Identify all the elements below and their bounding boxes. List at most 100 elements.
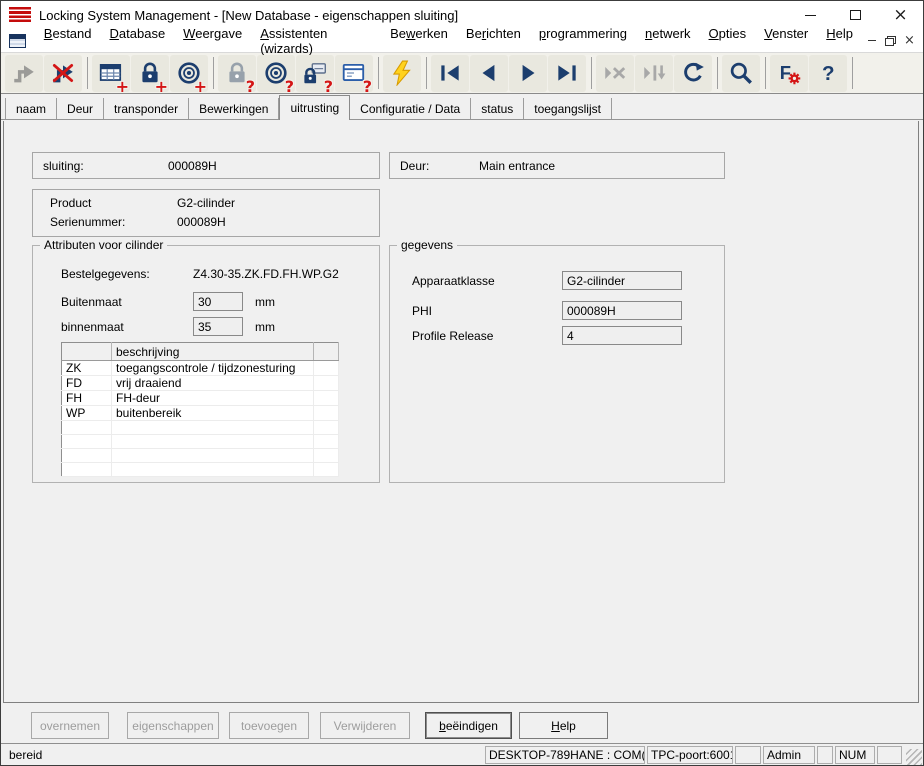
option-description-cell: vrij draaiend [112,376,314,391]
help-button[interactable]: Help [519,712,608,739]
menu-item-venster[interactable]: Venster [755,26,817,56]
tab-bewerkingen[interactable]: Bewerkingen [189,98,279,119]
menu-item-assistenten-wizards[interactable]: Assistenten (wizards) [251,26,381,56]
menu-item-database[interactable]: Database [101,26,175,56]
tab-transponder[interactable]: transponder [104,98,189,119]
log-on-icon [11,60,37,86]
menu-item-bewerken[interactable]: Bewerken [381,26,457,56]
content-area: sluiting: 000089H Deur: Main entrance Pr… [3,121,919,703]
phi-input[interactable]: 000089H [562,301,682,320]
options-table-header-blank-0 [62,343,112,361]
new-transponder-button[interactable]: + [170,55,208,92]
plus-badge: + [194,77,207,96]
last-record-button[interactable] [548,55,586,92]
option-code-cell: FD [62,376,112,391]
lock-value: 000089H [168,159,217,173]
apply-record-icon [641,60,667,86]
first-record-button[interactable] [431,55,469,92]
menu-item-netwerk[interactable]: netwerk [636,26,700,56]
table-row[interactable]: FHFH-deur [62,391,339,406]
document-icon[interactable] [9,34,26,48]
option-blank-cell [314,391,339,406]
read-transponder-button[interactable]: ? [257,55,295,92]
tab-toegangslijst[interactable]: toegangslijst [524,98,612,119]
status-segment-blank-6 [877,746,902,764]
question-badge: ? [363,77,372,96]
menu-item-opties[interactable]: Opties [700,26,756,56]
menu-item-berichten[interactable]: Berichten [457,26,530,56]
empty-cell [314,463,339,477]
order-data-value: Z4.30-35.ZK.FD.FH.WP.G2 [193,267,339,281]
mdi-restore-button[interactable] [881,32,900,49]
table-row[interactable]: WPbuitenbereik [62,406,339,421]
option-code-cell: FH [62,391,112,406]
option-code-cell: WP [62,406,112,421]
toolbar-separator [378,57,379,89]
apply-record-button [635,55,673,92]
refresh-button[interactable] [674,55,712,92]
table-row-empty[interactable] [62,449,339,463]
table-row[interactable]: FDvrij draaiend [62,376,339,391]
question-badge: ? [246,77,255,96]
mdi-minimize-button[interactable] [862,32,881,49]
new-locking-system-button[interactable]: + [92,55,130,92]
outer-dimension-input[interactable]: 30 [193,292,243,311]
options-table[interactable]: beschrijvingZKtoegangscontrole / tijdzon… [61,342,339,477]
menu-item-bestand[interactable]: Bestand [35,26,101,56]
tab-deur[interactable]: Deur [57,98,104,119]
tab-status[interactable]: status [471,98,524,119]
mdi-close-button[interactable]: × [900,32,919,49]
filter-settings-icon: F [776,60,802,86]
next-record-button[interactable] [509,55,547,92]
product-value: G2-cilinder [177,196,235,210]
door-label: Deur: [400,159,429,173]
read-g1-lock-button[interactable]: ? [296,55,334,92]
menu-item-weergave[interactable]: Weergave [174,26,251,56]
toolbar-separator [87,57,88,89]
door-field-box: Deur: Main entrance [389,152,725,179]
lock-field-box: sluiting: 000089H [32,152,380,179]
profile-release-input[interactable]: 4 [562,326,682,345]
cylinder-attributes-group: Attributen voor cilinder Bestelgegevens:… [32,245,380,483]
close-button[interactable]: × [878,1,923,29]
tab-uitrusting[interactable]: uitrusting [279,95,350,120]
status-ready-text: bereid [9,748,42,762]
table-row-empty[interactable] [62,463,339,477]
tab-configuratie-data[interactable]: Configuratie / Data [350,98,471,119]
toolbar-separator [852,57,853,89]
option-code-cell: ZK [62,361,112,376]
table-row-empty[interactable] [62,435,339,449]
filter-settings-button[interactable]: F [770,55,808,92]
door-value: Main entrance [479,159,555,173]
read-lock-button[interactable]: ? [218,55,256,92]
table-row-empty[interactable] [62,421,339,435]
status-bar: bereid DESKTOP-789HANE : COM(*)TPC-poort… [1,743,923,765]
option-description-cell: toegangscontrole / tijdzonesturing [112,361,314,376]
new-lock-button[interactable]: + [131,55,169,92]
log-off-button[interactable] [44,55,82,92]
programming-flash-button[interactable] [383,55,421,92]
minimize-icon [805,15,816,16]
last-record-icon [554,60,580,86]
plus-badge: + [155,77,168,96]
help-button[interactable]: ? [809,55,847,92]
app-window: Locking System Management - [New Databas… [0,0,924,766]
options-table-header-beschrijving: beschrijving [112,343,314,361]
inner-dimension-input[interactable]: 35 [193,317,243,336]
mdi-window-controls: × [862,32,919,49]
resize-grip-icon[interactable] [906,749,922,765]
tab-naam[interactable]: naam [5,98,57,119]
app-logo-icon [9,7,31,23]
menu-item-help[interactable]: Help [817,26,862,56]
search-icon [728,60,754,86]
be-indigen-button[interactable]: beëindigen [425,712,512,739]
search-button[interactable] [722,55,760,92]
menu-item-programmering[interactable]: programmering [530,26,636,56]
apparaatklasse-input[interactable]: G2-cilinder [562,271,682,290]
serial-value: 000089H [177,215,226,229]
status-segment-blank-2 [735,746,761,764]
previous-record-button[interactable] [470,55,508,92]
read-network-button[interactable]: ? [335,55,373,92]
menu-items: BestandDatabaseWeergaveAssistenten (wiza… [35,26,862,56]
table-row[interactable]: ZKtoegangscontrole / tijdzonesturing [62,361,339,376]
